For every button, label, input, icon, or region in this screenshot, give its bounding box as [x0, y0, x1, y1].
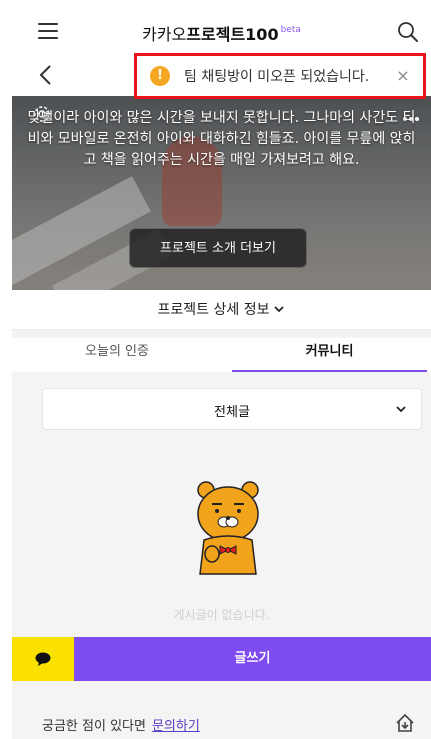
app-title-main: 프로젝트100 [186, 25, 279, 44]
top-bar: 카카오프로젝트100 beta [12, 14, 431, 50]
speech-bubble-icon [35, 652, 51, 666]
team-chat-button[interactable] [12, 637, 74, 681]
home-icon[interactable] [395, 713, 415, 733]
app-title: 카카오프로젝트100 beta [12, 21, 431, 45]
project-description: 맞벌이라 아이와 많은 시간을 보내지 못합니다. 그나마의 사간도 티비와 모… [27, 110, 416, 168]
post-filter-value: 전체글 [214, 405, 250, 420]
tab-community[interactable]: 커뮤니티 [232, 338, 427, 372]
help-text: 궁금한 점이 있다면 문의하기 [42, 715, 200, 734]
chevron-down-icon [396, 406, 406, 413]
chatroom-notice-toast: ! 팀 채팅방이 미오픈 되었습니다. × [134, 53, 426, 99]
post-filter-select[interactable]: 전체글 [42, 388, 422, 430]
empty-state-message: 게시글이 없습니다. [173, 608, 270, 622]
beta-badge: beta [280, 25, 301, 35]
app-title-prefix: 카카오 [142, 25, 187, 44]
project-hero: 맞벌이라 아이와 많은 시간을 보내지 못합니다. 그나마의 사간도 티비와 모… [12, 96, 431, 290]
tab-bar: 오늘의 인증 커뮤니티 [12, 338, 431, 372]
write-post-button[interactable]: 글쓰기 [74, 637, 431, 681]
inquiry-link[interactable]: 문의하기 [152, 719, 200, 734]
project-intro-button[interactable]: 프로젝트 소개 더보기 [129, 228, 307, 268]
search-icon[interactable] [397, 21, 419, 43]
app-frame: 카카오프로젝트100 beta 맞벌이라 아이와 많은 시간을 보내지 못합니다.… [12, 0, 431, 739]
project-details-label: 프로젝트 상세 정보 [157, 302, 270, 318]
back-arrow-icon[interactable] [38, 64, 52, 86]
tab-today-certification[interactable]: 오늘의 인증 [12, 338, 222, 372]
ryan-character-illustration [197, 481, 259, 575]
exclamation-circle-icon: ! [150, 66, 170, 86]
help-footer: 궁금한 점이 있다면 문의하기 [12, 681, 431, 739]
help-question: 궁금한 점이 있다면 [42, 719, 146, 734]
toast-message: 팀 채팅방이 미오픈 되었습니다. [184, 69, 370, 85]
community-content: 전체글 게시글이 없습니다. [12, 372, 431, 637]
chevron-down-icon [274, 306, 285, 313]
section-divider [12, 330, 431, 338]
project-details-toggle[interactable]: 프로젝트 상세 정보 [12, 290, 431, 330]
close-icon[interactable]: × [395, 68, 411, 84]
